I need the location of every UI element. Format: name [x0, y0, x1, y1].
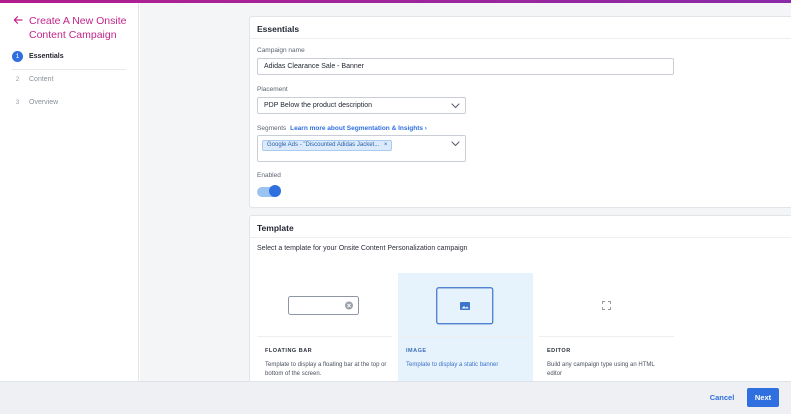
- segmentation-insights-link[interactable]: Learn more about Segmentation & Insights…: [290, 125, 427, 132]
- step-label: Content: [29, 75, 54, 83]
- step-label: Essentials: [29, 52, 64, 60]
- campaign-name-label: Campaign name: [257, 47, 305, 54]
- template-card: Template Select a template for your Onsi…: [249, 215, 791, 385]
- footer-bar: Cancel Next: [0, 381, 791, 414]
- back-arrow-icon[interactable]: [13, 15, 23, 25]
- sidebar: Create A New Onsite Content Campaign 1 E…: [0, 3, 139, 381]
- cancel-button[interactable]: Cancel: [705, 390, 739, 406]
- card-divider: [250, 237, 791, 238]
- template-option-image[interactable]: IMAGE Template to display a static banne…: [398, 273, 533, 383]
- toggle-knob: [269, 185, 281, 197]
- segment-chip[interactable]: Google Ads - "Discounted Adidas Jacket..…: [262, 140, 393, 151]
- tile-divider: [398, 336, 533, 337]
- step-label: Overview: [29, 98, 59, 106]
- step-number: 1: [12, 50, 23, 62]
- card-divider: [250, 38, 791, 39]
- placement-select[interactable]: PDP Below the product description: [257, 97, 466, 114]
- image-icon: [436, 287, 494, 325]
- template-option-text: Template to display a floating bar at th…: [265, 362, 387, 377]
- next-button[interactable]: Next: [747, 388, 779, 407]
- template-option-editor[interactable]: EDITOR Build any campaign type using an …: [539, 273, 674, 383]
- chevron-down-icon: [451, 141, 460, 147]
- template-description: Select a template for your Onsite Conten…: [257, 245, 468, 252]
- tile-divider: [539, 336, 674, 337]
- expand-icon: [602, 301, 611, 310]
- template-option-name: IMAGE: [406, 348, 427, 354]
- step-content[interactable]: 2 Content: [12, 73, 54, 85]
- campaign-name-input[interactable]: Adidas Clearance Sale - Banner: [257, 58, 674, 75]
- segments-label-row: Segments Learn more about Segmentation &…: [257, 125, 427, 132]
- step-overview[interactable]: 3 Overview: [12, 96, 59, 108]
- main-content: Essentials Campaign name Adidas Clearanc…: [140, 3, 791, 385]
- floating-bar-icon: [288, 296, 359, 315]
- step-number: 3: [15, 98, 20, 106]
- template-option-text: Template to display a static banner: [406, 362, 499, 368]
- template-option-floating-bar[interactable]: FLOATING BAR Template to display a float…: [257, 273, 392, 383]
- template-option-name: EDITOR: [547, 348, 571, 354]
- tile-divider: [257, 336, 392, 337]
- template-option-name: FLOATING BAR: [265, 348, 313, 354]
- enabled-toggle[interactable]: [257, 185, 281, 197]
- step-number: 2: [15, 75, 20, 83]
- segments-select[interactable]: Google Ads - "Discounted Adidas Jacket..…: [257, 135, 466, 162]
- page-title: Create A New Onsite Content Campaign: [29, 15, 127, 41]
- enabled-label: Enabled: [257, 172, 281, 179]
- chevron-down-icon: [451, 103, 460, 109]
- close-icon[interactable]: ×: [384, 142, 388, 148]
- segments-label: Segments: [257, 125, 287, 132]
- essentials-title: Essentials: [257, 24, 300, 34]
- placement-label: Placement: [257, 86, 288, 93]
- essentials-card: Essentials Campaign name Adidas Clearanc…: [249, 16, 791, 208]
- sidebar-divider: [12, 69, 126, 70]
- template-title: Template: [257, 223, 294, 233]
- step-essentials[interactable]: 1 Essentials: [12, 50, 64, 62]
- placement-value: PDP Below the product description: [264, 102, 373, 109]
- template-option-text: Build any campaign type using an HTML ed…: [547, 362, 655, 377]
- segment-chip-label: Google Ads - "Discounted Adidas Jacket..…: [267, 142, 380, 148]
